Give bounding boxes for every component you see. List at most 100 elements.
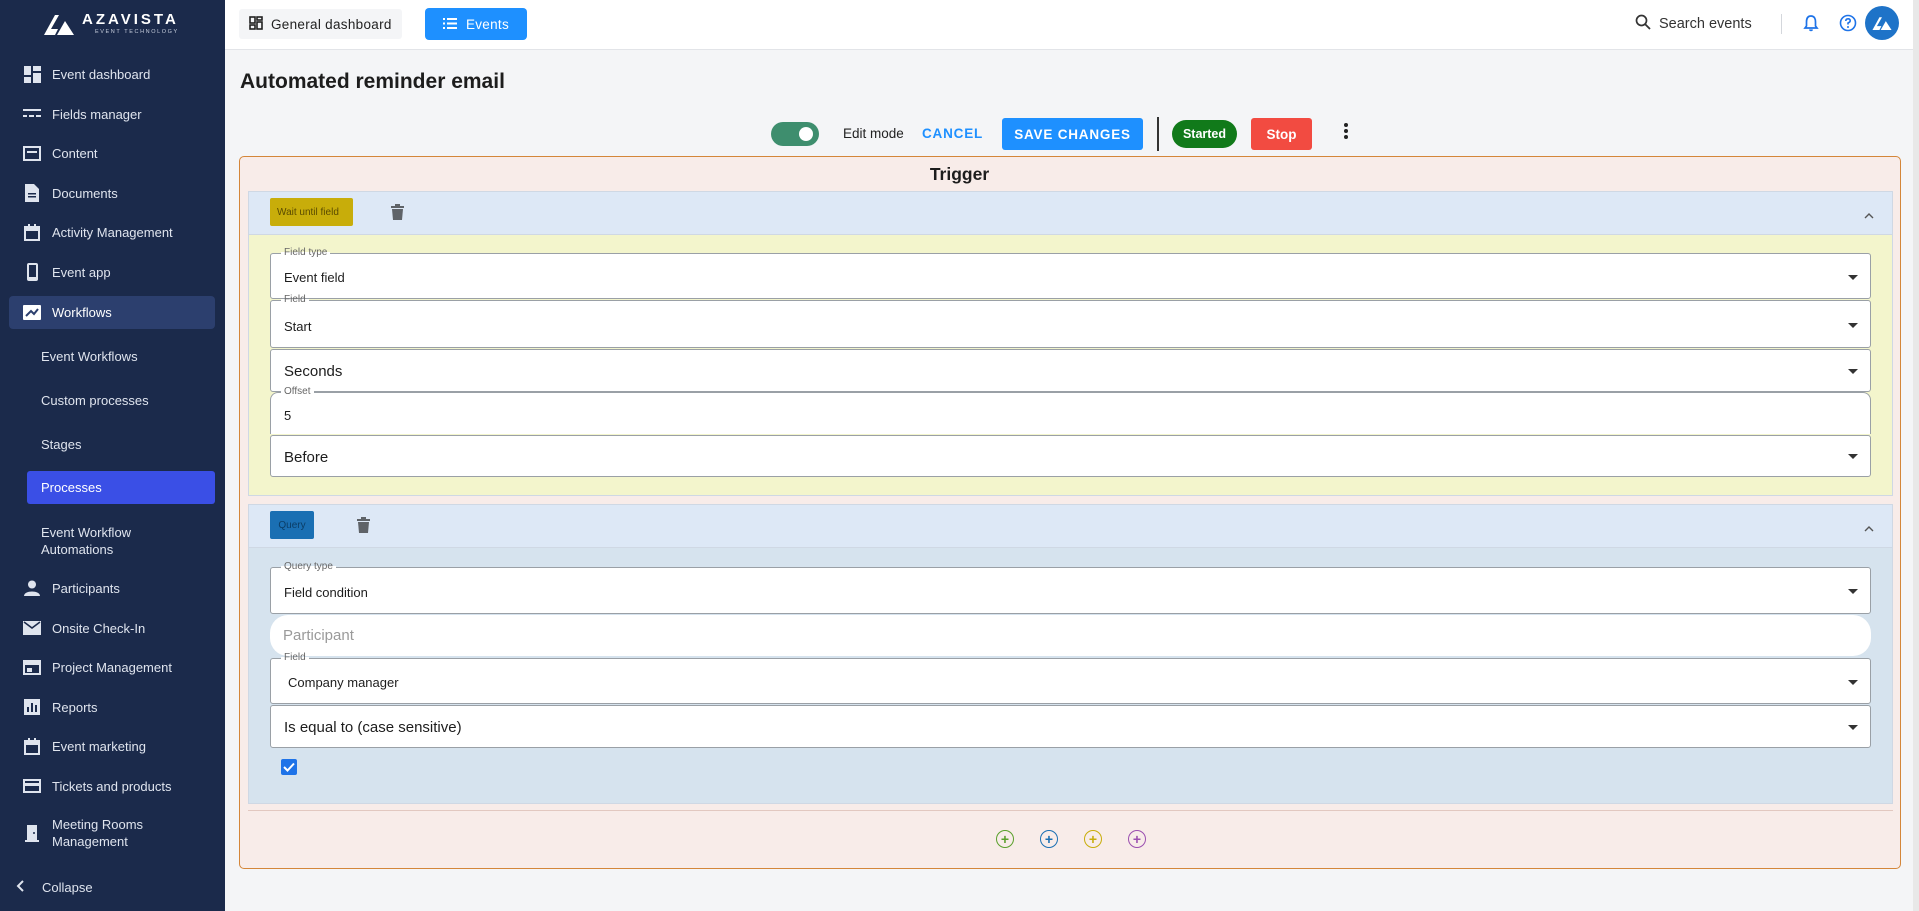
toggle-knob bbox=[799, 127, 813, 141]
sidebar-item-fields-manager[interactable]: Fields manager bbox=[0, 98, 225, 130]
calendar-icon bbox=[23, 223, 41, 241]
field-label: Field type bbox=[281, 247, 331, 258]
sidebar: AZAVISTA EVENT TECHNOLOGY Event dashboar… bbox=[0, 0, 225, 911]
document-icon bbox=[23, 184, 41, 202]
sidebar-item-activity-management[interactable]: Activity Management bbox=[0, 216, 225, 248]
sidebar-item-participants[interactable]: Participants bbox=[0, 572, 225, 604]
dashboard-icon bbox=[23, 65, 41, 83]
more-vertical-icon[interactable] bbox=[1343, 122, 1349, 145]
query-field-select[interactable]: Field Company manager bbox=[270, 652, 1871, 704]
field-value: Before bbox=[284, 449, 329, 466]
chart-icon bbox=[23, 698, 41, 716]
add-purple-plus-icon[interactable]: + bbox=[1128, 830, 1146, 848]
field-value: Start bbox=[284, 319, 312, 334]
list-icon bbox=[442, 17, 457, 32]
person-icon bbox=[23, 579, 41, 597]
sidebar-subitem-event-workflow-automations[interactable]: Event Workflow Automations bbox=[41, 524, 161, 558]
time-unit-select[interactable]: Seconds bbox=[270, 349, 1871, 392]
mail-icon bbox=[23, 619, 41, 637]
brand-logo[interactable]: AZAVISTA EVENT TECHNOLOGY bbox=[44, 12, 179, 36]
sidebar-subitem-event-workflows[interactable]: Event Workflows bbox=[41, 349, 138, 364]
page-scrollbar[interactable] bbox=[1913, 0, 1919, 911]
field-value: Is equal to (case sensitive) bbox=[284, 719, 462, 736]
sidebar-item-label: Project Management bbox=[52, 659, 172, 675]
trigger-title: Trigger bbox=[929, 164, 990, 184]
sidebar-item-tickets-products[interactable]: Tickets and products bbox=[0, 770, 225, 802]
sidebar-item-label: Event dashboard bbox=[52, 66, 151, 82]
wait-block-header[interactable]: Wait until field bbox=[248, 191, 1893, 235]
stop-button[interactable]: Stop bbox=[1251, 118, 1312, 150]
field-value: Field condition bbox=[284, 585, 368, 600]
phone-icon bbox=[23, 263, 41, 281]
fields-icon bbox=[23, 105, 41, 123]
sidebar-item-workflows[interactable]: Workflows bbox=[9, 296, 215, 329]
dropdown-arrow-icon bbox=[1848, 369, 1858, 374]
add-step-buttons: + + + + bbox=[996, 830, 1146, 848]
direction-select[interactable]: Before bbox=[270, 435, 1871, 477]
sidebar-item-reports[interactable]: Reports bbox=[0, 691, 225, 723]
field-label: Offset bbox=[281, 386, 314, 397]
search-icon bbox=[1635, 14, 1651, 34]
field-placeholder: Participant bbox=[283, 627, 354, 644]
sidebar-item-meeting-rooms[interactable]: Meeting Rooms Management bbox=[0, 815, 225, 851]
topbar-divider bbox=[1781, 14, 1782, 34]
participant-input[interactable]: Participant bbox=[270, 615, 1871, 656]
sidebar-item-label: Event marketing bbox=[52, 738, 146, 754]
sidebar-item-label: Fields manager bbox=[52, 106, 142, 122]
chevron-up-icon[interactable] bbox=[1864, 206, 1874, 224]
sidebar-item-label: Event app bbox=[52, 264, 111, 280]
checkmark-icon bbox=[283, 762, 295, 772]
sidebar-subitem-stages[interactable]: Stages bbox=[41, 437, 81, 452]
chevron-up-icon[interactable] bbox=[1864, 519, 1874, 537]
azavista-logo-icon bbox=[44, 14, 74, 35]
avatar[interactable] bbox=[1865, 6, 1899, 40]
sidebar-subitem-custom-processes[interactable]: Custom processes bbox=[41, 393, 149, 408]
sidebar-item-event-dashboard[interactable]: Event dashboard bbox=[0, 58, 225, 90]
cancel-button[interactable]: CANCEL bbox=[922, 126, 983, 141]
bell-icon[interactable] bbox=[1803, 14, 1819, 37]
add-row-divider bbox=[248, 810, 1893, 811]
add-blue-plus-icon[interactable]: + bbox=[1040, 830, 1058, 848]
wait-until-field-chip[interactable]: Wait until field bbox=[270, 198, 353, 226]
tab-general-dashboard[interactable]: General dashboard bbox=[239, 9, 402, 39]
offset-input[interactable]: Offset 5 bbox=[270, 386, 1871, 434]
trash-icon[interactable] bbox=[391, 204, 404, 225]
sidebar-item-label: Tickets and products bbox=[52, 778, 172, 794]
operator-select[interactable]: Is equal to (case sensitive) bbox=[270, 705, 1871, 748]
edit-mode-label: Edit mode bbox=[843, 126, 904, 141]
edit-mode-toggle[interactable] bbox=[771, 122, 819, 146]
collapse-label: Collapse bbox=[42, 880, 93, 895]
sidebar-item-event-marketing[interactable]: Event marketing bbox=[0, 730, 225, 762]
add-green-plus-icon[interactable]: + bbox=[996, 830, 1014, 848]
dropdown-arrow-icon bbox=[1848, 725, 1858, 730]
query-type-select[interactable]: Query type Field condition bbox=[270, 561, 1871, 614]
card-icon bbox=[23, 777, 41, 795]
field-type-select[interactable]: Field type Event field bbox=[270, 247, 1871, 299]
sidebar-item-event-app[interactable]: Event app bbox=[0, 256, 225, 288]
search-placeholder: Search events bbox=[1659, 16, 1752, 32]
sidebar-item-onsite-checkin[interactable]: Onsite Check-In bbox=[0, 612, 225, 644]
trash-icon[interactable] bbox=[357, 517, 370, 538]
tab-events[interactable]: Events bbox=[425, 8, 527, 40]
workflow-icon bbox=[23, 304, 41, 322]
add-yellow-plus-icon[interactable]: + bbox=[1084, 830, 1102, 848]
sidebar-item-project-management[interactable]: Project Management bbox=[0, 651, 225, 683]
collapse-button[interactable]: Collapse bbox=[16, 880, 93, 895]
brand-tagline: EVENT TECHNOLOGY bbox=[95, 29, 179, 35]
query-block-header[interactable]: Query bbox=[248, 504, 1893, 548]
search-input[interactable]: Search events bbox=[1635, 14, 1752, 34]
field-label: Query type bbox=[281, 561, 336, 572]
help-icon[interactable] bbox=[1839, 14, 1857, 37]
status-badge: Started bbox=[1172, 120, 1237, 148]
case-checkbox[interactable] bbox=[281, 759, 297, 775]
toolbar-divider bbox=[1157, 117, 1159, 151]
sidebar-item-label: Activity Management bbox=[52, 224, 173, 240]
save-changes-button[interactable]: SAVE CHANGES bbox=[1002, 118, 1143, 150]
tab-events-label: Events bbox=[465, 16, 510, 32]
board-icon bbox=[23, 658, 41, 676]
azavista-avatar-icon bbox=[1872, 17, 1892, 30]
calendar-icon bbox=[23, 737, 41, 755]
sidebar-subitem-processes[interactable]: Processes bbox=[27, 471, 215, 504]
field-select[interactable]: Field Start bbox=[270, 294, 1871, 348]
query-chip[interactable]: Query bbox=[270, 511, 314, 539]
